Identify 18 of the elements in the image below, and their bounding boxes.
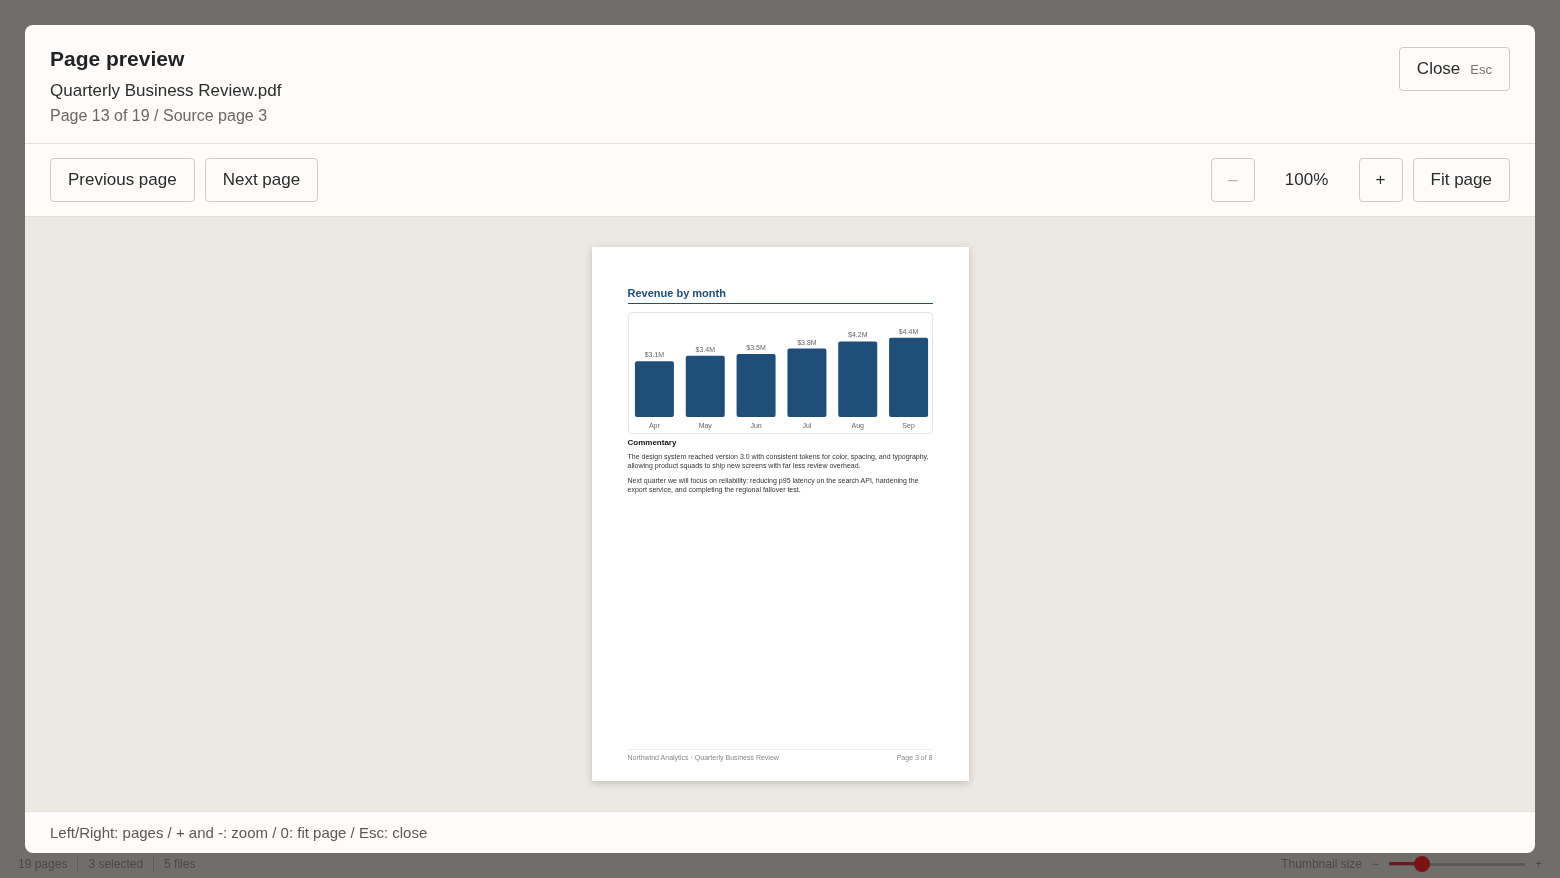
close-button[interactable]: Close Esc [1398, 47, 1510, 91]
page-info: Page 13 of 19 / Source page 3 [50, 107, 269, 125]
nav-button[interactable]: Next page [204, 158, 319, 202]
page-heading: Revenue by month [627, 287, 933, 304]
chart-bar [685, 355, 725, 417]
zoom-level: 100% [1283, 170, 1330, 190]
zoom-in-button[interactable]: + [1358, 158, 1403, 202]
shortcut-hint: Esc [1470, 61, 1492, 77]
nav-button[interactable]: Previous page [50, 158, 195, 202]
page-subheading: Commentary [627, 438, 678, 447]
dialog-title: Page preview [50, 47, 186, 71]
fit-page-button[interactable]: Fit page [1412, 158, 1510, 202]
chart-bar [736, 354, 776, 417]
slider-thumb[interactable] [1413, 856, 1430, 872]
chart-bar [634, 361, 674, 417]
chart-bar [786, 348, 826, 417]
keyboard-hint: Left/Right: pages / + and -: zoom / 0: fit page / Esc: close [25, 811, 1535, 853]
file-name: Quarterly Business Review.pdf [50, 81, 282, 101]
